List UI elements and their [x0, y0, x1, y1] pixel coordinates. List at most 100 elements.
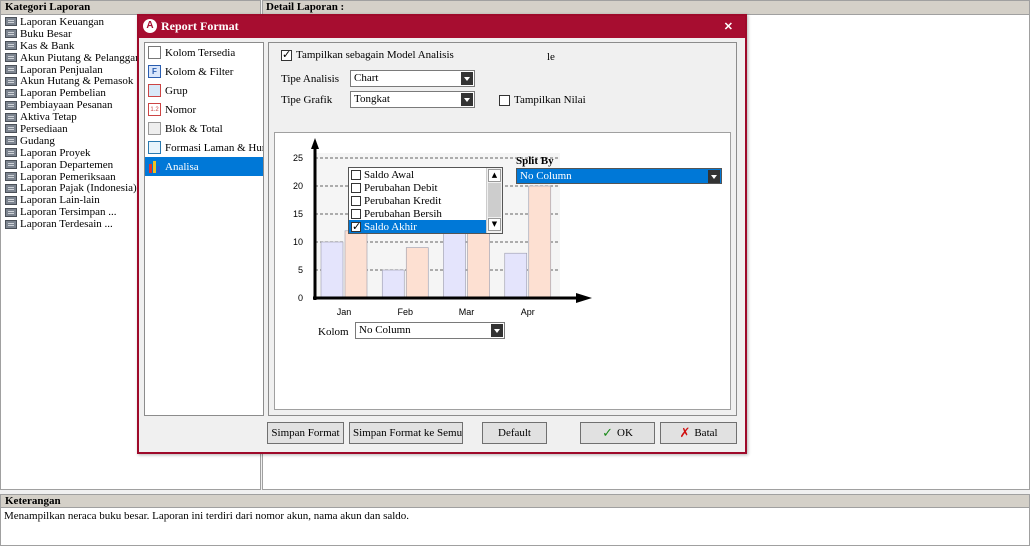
page-format-icon: [148, 141, 161, 154]
report-folder-icon: [5, 136, 17, 146]
ok-label: OK: [617, 427, 633, 439]
nav-item-nomor[interactable]: 1.2 Nomor: [145, 100, 263, 119]
series-option[interactable]: Saldo Awal: [349, 168, 487, 181]
chevron-down-icon[interactable]: [461, 72, 473, 85]
description-header: Keterangan: [1, 495, 1029, 508]
kolom-label: Kolom: [318, 326, 349, 338]
category-item-label: Pembiayaan Pesanan: [20, 99, 113, 112]
nav-item-blok-total[interactable]: Blok & Total: [145, 119, 263, 138]
series-option-label: Perubahan Bersih: [364, 207, 442, 220]
default-label: Default: [498, 427, 531, 439]
report-folder-icon: [5, 100, 17, 110]
series-checkbox[interactable]: [351, 182, 361, 193]
chevron-down-icon[interactable]: [491, 324, 503, 337]
split-by-select[interactable]: No Column: [516, 168, 722, 184]
series-option-label: Saldo Awal: [364, 168, 415, 181]
simpan-format-label: Simpan Format: [271, 427, 340, 439]
chart-preview: 0 5 10 15 20 25 Jan Feb Mar Apr Split By No Colum…: [274, 132, 731, 410]
model-analysis-checkbox[interactable]: [281, 48, 292, 61]
bar: [381, 269, 405, 299]
filter-icon: F: [148, 65, 161, 78]
category-item-label: Persediaan: [20, 122, 68, 135]
dialog-title: Report Format: [161, 19, 239, 33]
series-option-label: Saldo Akhir: [364, 220, 417, 233]
category-item-label: Laporan Lain-lain: [20, 194, 100, 207]
nav-item-kolom-tersedia[interactable]: Kolom Tersedia: [145, 43, 263, 62]
series-checkbox[interactable]: [351, 220, 361, 233]
series-option[interactable]: Perubahan Kredit: [349, 194, 487, 207]
scroll-up-icon[interactable]: ▲: [488, 169, 501, 182]
scrollbar-thumb[interactable]: [488, 183, 501, 217]
app-logo-icon: A: [143, 19, 157, 33]
number-icon: 1.2: [148, 103, 161, 116]
x-tick-label: Jan: [337, 307, 352, 317]
series-checkbox[interactable]: [351, 208, 361, 219]
nav-item-label: Kolom Tersedia: [165, 46, 236, 59]
tipe-grafik-select[interactable]: Tongkat: [350, 91, 475, 108]
format-nav-list: Kolom Tersedia F Kolom & Filter Grup 1.2 Nomo…: [144, 42, 264, 416]
y-tick-label: 10: [293, 237, 303, 247]
y-axis-arrow: [311, 138, 319, 149]
category-item-label: Akun Hutang & Pemasok: [20, 75, 134, 88]
category-item-label: Buku Besar: [20, 27, 72, 40]
series-checkbox[interactable]: [351, 195, 361, 206]
report-folder-icon: [5, 76, 17, 86]
y-tick-label: 5: [298, 265, 303, 275]
bar: [405, 247, 429, 299]
report-folder-icon: [5, 219, 17, 229]
ok-button[interactable]: ✓ OK: [580, 422, 655, 444]
series-option[interactable]: Saldo Akhir: [349, 220, 487, 233]
tampilkan-nilai-option[interactable]: Tampilkan Nilai: [499, 94, 586, 106]
x-axis-arrow: [576, 293, 592, 303]
kolom-select[interactable]: No Column: [355, 322, 505, 339]
nav-item-analisa[interactable]: Analisa: [145, 157, 263, 176]
category-item-label: Laporan Pemeriksaan: [20, 170, 116, 183]
nav-item-kolom-filter[interactable]: F Kolom & Filter: [145, 62, 263, 81]
simpan-format-semua-button[interactable]: Simpan Format ke Semua: [349, 422, 463, 444]
close-icon[interactable]: ✕: [724, 20, 733, 33]
default-button[interactable]: Default: [482, 422, 547, 444]
dialog-title-bar[interactable]: A Report Format ✕: [139, 16, 745, 38]
series-checkbox[interactable]: [351, 169, 361, 180]
series-list-scrollbar[interactable]: ▲ ▼: [486, 168, 502, 233]
bar: [504, 252, 528, 299]
analysis-chart-icon: [148, 160, 161, 173]
category-item-label: Akun Piutang & Pelanggan: [20, 51, 141, 64]
report-folder-icon: [5, 172, 17, 182]
chevron-down-icon[interactable]: [708, 170, 720, 183]
scroll-down-icon[interactable]: ▼: [488, 218, 501, 231]
x-tick-label: Mar: [459, 307, 475, 317]
report-folder-icon: [5, 207, 17, 217]
document-icon: [148, 46, 161, 59]
tipe-analisis-label: Tipe Analisis: [281, 73, 339, 85]
bar: [528, 185, 552, 299]
report-folder-icon: [5, 124, 17, 134]
tampilkan-nilai-checkbox[interactable]: [499, 94, 510, 106]
simpan-format-button[interactable]: Simpan Format: [267, 422, 344, 444]
category-item-label: Laporan Tersimpan ...: [20, 206, 117, 219]
chevron-down-icon[interactable]: [461, 93, 473, 106]
report-folder-icon: [5, 88, 17, 98]
report-format-dialog: A Report Format ✕ Kolom Tersedia F Kolom &…: [137, 14, 747, 454]
series-option[interactable]: Perubahan Bersih: [349, 207, 487, 220]
split-by-label: Split By: [516, 155, 554, 167]
nav-item-grup[interactable]: Grup: [145, 81, 263, 100]
batal-button[interactable]: ✗ Batal: [660, 422, 737, 444]
tipe-grafik-label: Tipe Grafik: [281, 94, 333, 106]
category-item-label: Laporan Penjualan: [20, 63, 103, 76]
series-option[interactable]: Perubahan Debit: [349, 181, 487, 194]
tipe-analisis-select[interactable]: Chart: [350, 70, 475, 87]
x-tick-label: Apr: [521, 307, 535, 317]
nav-item-label: Formasi Laman & Huruf: [165, 141, 264, 154]
cancel-x-icon: ✗: [679, 425, 691, 441]
y-tick-label: 25: [293, 153, 303, 163]
nav-item-formasi-laman-huruf[interactable]: Formasi Laman & Huruf: [145, 138, 263, 157]
report-detail-header: Detail Laporan :: [263, 1, 1029, 15]
report-folder-icon: [5, 29, 17, 39]
report-folder-icon: [5, 65, 17, 74]
report-folder-icon: [5, 195, 17, 205]
model-analysis-option[interactable]: Tampilkan sebagain Model Analisis: [281, 48, 454, 61]
series-option[interactable]: Jumlah Data: [349, 233, 487, 234]
category-item-label: Kas & Bank: [20, 39, 75, 52]
value-series-list[interactable]: Saldo Awal Perubahan Debit Perubahan Kredi…: [348, 167, 503, 234]
